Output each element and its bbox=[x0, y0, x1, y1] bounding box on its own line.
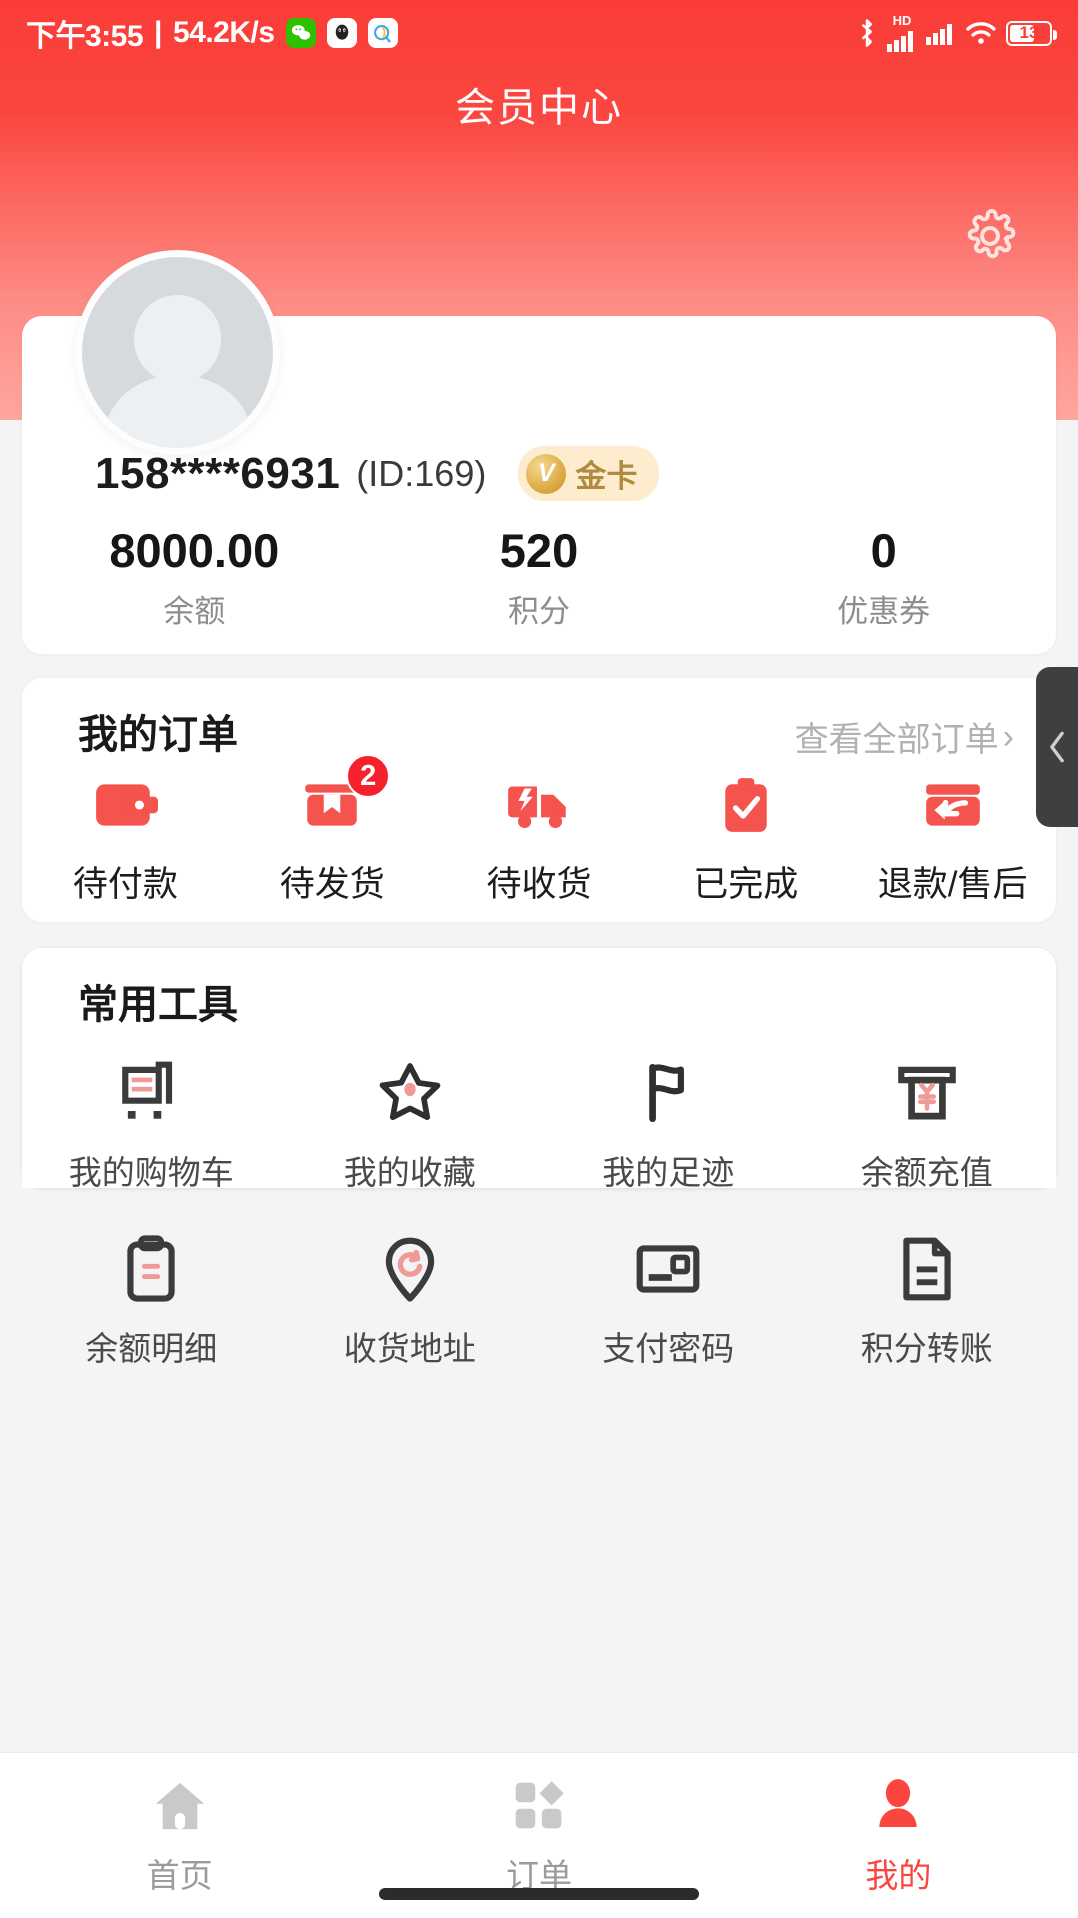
shopping-cart-icon bbox=[112, 1054, 190, 1132]
wechat-icon bbox=[285, 18, 316, 48]
person-icon bbox=[872, 1775, 924, 1837]
tool-label: 余额充值 bbox=[860, 1154, 993, 1191]
order-badge-count: 2 bbox=[346, 754, 391, 798]
stat-balance-value: 8000.00 bbox=[109, 524, 280, 577]
profile-stats: 8000.00 余额 520 积分 0 优惠券 bbox=[22, 526, 1056, 631]
refund-return-icon bbox=[915, 770, 991, 840]
tool-label: 我的收藏 bbox=[343, 1154, 476, 1191]
status-bar-left: 下午3:55 | 54.2K/s bbox=[26, 11, 398, 55]
bluetooth-icon bbox=[856, 18, 878, 48]
location-pin-icon bbox=[371, 1230, 449, 1308]
nav-item-orders[interactable]: 订单 bbox=[359, 1775, 718, 1897]
tool-points-transfer[interactable]: 积分转账 bbox=[798, 1230, 1057, 1370]
tool-label: 支付密码 bbox=[602, 1330, 735, 1367]
status-badge[interactable]: V 金卡 bbox=[518, 446, 660, 501]
page-title: 会员中心 bbox=[455, 86, 623, 130]
vip-medal-icon: V bbox=[526, 453, 567, 494]
tool-label: 我的购物车 bbox=[68, 1154, 234, 1191]
order-status-refund-aftersale[interactable]: 退款/售后 bbox=[849, 770, 1056, 907]
tool-label: 积分转账 bbox=[860, 1330, 993, 1367]
tool-label: 我的足迹 bbox=[602, 1154, 735, 1191]
tool-my-cart[interactable]: 我的购物车 bbox=[22, 1054, 281, 1194]
flag-footprint-icon bbox=[629, 1054, 707, 1132]
user-phone: 158****6931 bbox=[95, 448, 341, 498]
nav-item-home[interactable]: 首页 bbox=[0, 1775, 359, 1897]
stat-coupons-label: 优惠券 bbox=[837, 594, 931, 630]
star-favorite-icon bbox=[371, 1054, 449, 1132]
home-indicator bbox=[379, 1888, 699, 1900]
wallet-icon bbox=[87, 770, 163, 840]
battery-icon: 13 bbox=[1006, 20, 1057, 46]
status-bar: 下午3:55 | 54.2K/s HD 13 bbox=[0, 0, 1078, 66]
home-icon bbox=[150, 1775, 210, 1837]
status-time: 下午3:55 bbox=[26, 20, 144, 53]
tool-balance-detail[interactable]: 余额明细 bbox=[22, 1230, 281, 1370]
tool-payment-password[interactable]: 支付密码 bbox=[539, 1230, 798, 1370]
stat-points-label: 积分 bbox=[508, 594, 570, 630]
status-net-speed: 54.2K/s bbox=[172, 16, 275, 49]
tools-grid: 我的购物车 我的收藏 我的足迹 余额充值 余额明细 收货地址 支付密码 积分转账 bbox=[22, 1054, 1056, 1406]
orders-grid-icon bbox=[511, 1775, 567, 1837]
tools-heading: 常用工具 bbox=[78, 983, 238, 1027]
member-center-screen: 下午3:55 | 54.2K/s HD 13 会员中心 158****6931 … bbox=[0, 0, 1078, 1918]
order-status-completed[interactable]: 已完成 bbox=[642, 770, 849, 907]
chevron-right-icon: › bbox=[1002, 717, 1014, 756]
avatar[interactable] bbox=[75, 250, 280, 455]
wifi-icon bbox=[965, 20, 997, 46]
bottom-navigation: 首页 订单 我的 bbox=[0, 1752, 1078, 1918]
order-status-pending-payment[interactable]: 待付款 bbox=[22, 770, 229, 907]
qq-icon bbox=[326, 18, 357, 48]
stat-coupons[interactable]: 0 优惠券 bbox=[711, 526, 1056, 631]
tool-label: 余额明细 bbox=[85, 1330, 218, 1367]
order-status-pending-shipment[interactable]: 2 待发货 bbox=[229, 754, 436, 907]
order-status-label: 退款/售后 bbox=[877, 865, 1028, 904]
user-id: (ID:169) bbox=[356, 452, 487, 494]
card-password-icon bbox=[629, 1230, 707, 1308]
atm-recharge-icon bbox=[888, 1054, 966, 1132]
gear-icon[interactable] bbox=[962, 208, 1018, 264]
default-avatar-icon bbox=[133, 295, 222, 384]
battery-level: 13 bbox=[1019, 23, 1039, 42]
clipboard-check-icon bbox=[708, 770, 784, 840]
clipboard-detail-icon bbox=[112, 1230, 190, 1308]
status-separator: | bbox=[154, 16, 162, 49]
tool-shipping-address[interactable]: 收货地址 bbox=[281, 1230, 540, 1370]
orders-card: 我的订单 查看全部订单 › 待付款 2 待发货 待收货 已完成 退款/售后 bbox=[22, 678, 1056, 922]
nav-label: 我的 bbox=[865, 1857, 932, 1894]
order-status-label: 待收货 bbox=[486, 865, 592, 904]
order-status-label: 待发货 bbox=[279, 865, 385, 904]
nav-label: 首页 bbox=[146, 1857, 213, 1894]
hd-signal-icon: HD bbox=[887, 14, 917, 52]
order-status-pending-receipt[interactable]: 待收货 bbox=[436, 770, 643, 907]
stat-balance[interactable]: 8000.00 余额 bbox=[22, 526, 367, 631]
vip-label: 金卡 bbox=[575, 459, 638, 494]
package-box-icon: 2 bbox=[294, 754, 391, 840]
tool-balance-recharge[interactable]: 余额充值 bbox=[798, 1054, 1057, 1194]
tool-label: 收货地址 bbox=[343, 1330, 476, 1367]
qq-browser-icon bbox=[367, 18, 398, 48]
view-all-orders-label: 查看全部订单 bbox=[794, 721, 999, 759]
status-bar-right: HD 13 bbox=[856, 14, 1057, 52]
stat-points[interactable]: 520 积分 bbox=[367, 526, 712, 631]
order-status-label: 待付款 bbox=[72, 865, 178, 904]
order-status-label: 已完成 bbox=[693, 865, 799, 904]
document-transfer-icon bbox=[888, 1230, 966, 1308]
orders-title: 我的订单 bbox=[78, 713, 238, 757]
delivery-truck-icon bbox=[501, 770, 577, 840]
stat-balance-label: 余额 bbox=[163, 594, 226, 630]
hd-label: HD bbox=[892, 13, 912, 28]
stat-points-value: 520 bbox=[499, 524, 579, 577]
order-status-row: 待付款 2 待发货 待收货 已完成 退款/售后 bbox=[22, 754, 1056, 907]
tools-panel: 常用工具 我的购物车 我的收藏 我的足迹 余额充值 余额明细 收货地址 支付密码… bbox=[22, 948, 1056, 1367]
tool-my-favorites[interactable]: 我的收藏 bbox=[281, 1054, 540, 1194]
signal-2-icon bbox=[926, 21, 956, 45]
view-all-orders-link[interactable]: 查看全部订单 › bbox=[795, 712, 1014, 761]
chevron-left-icon bbox=[1050, 731, 1064, 763]
nav-item-profile[interactable]: 我的 bbox=[719, 1775, 1078, 1897]
stat-coupons-value: 0 bbox=[870, 524, 897, 577]
side-drawer-handle[interactable] bbox=[1036, 667, 1078, 827]
tool-my-footprints[interactable]: 我的足迹 bbox=[539, 1054, 798, 1194]
